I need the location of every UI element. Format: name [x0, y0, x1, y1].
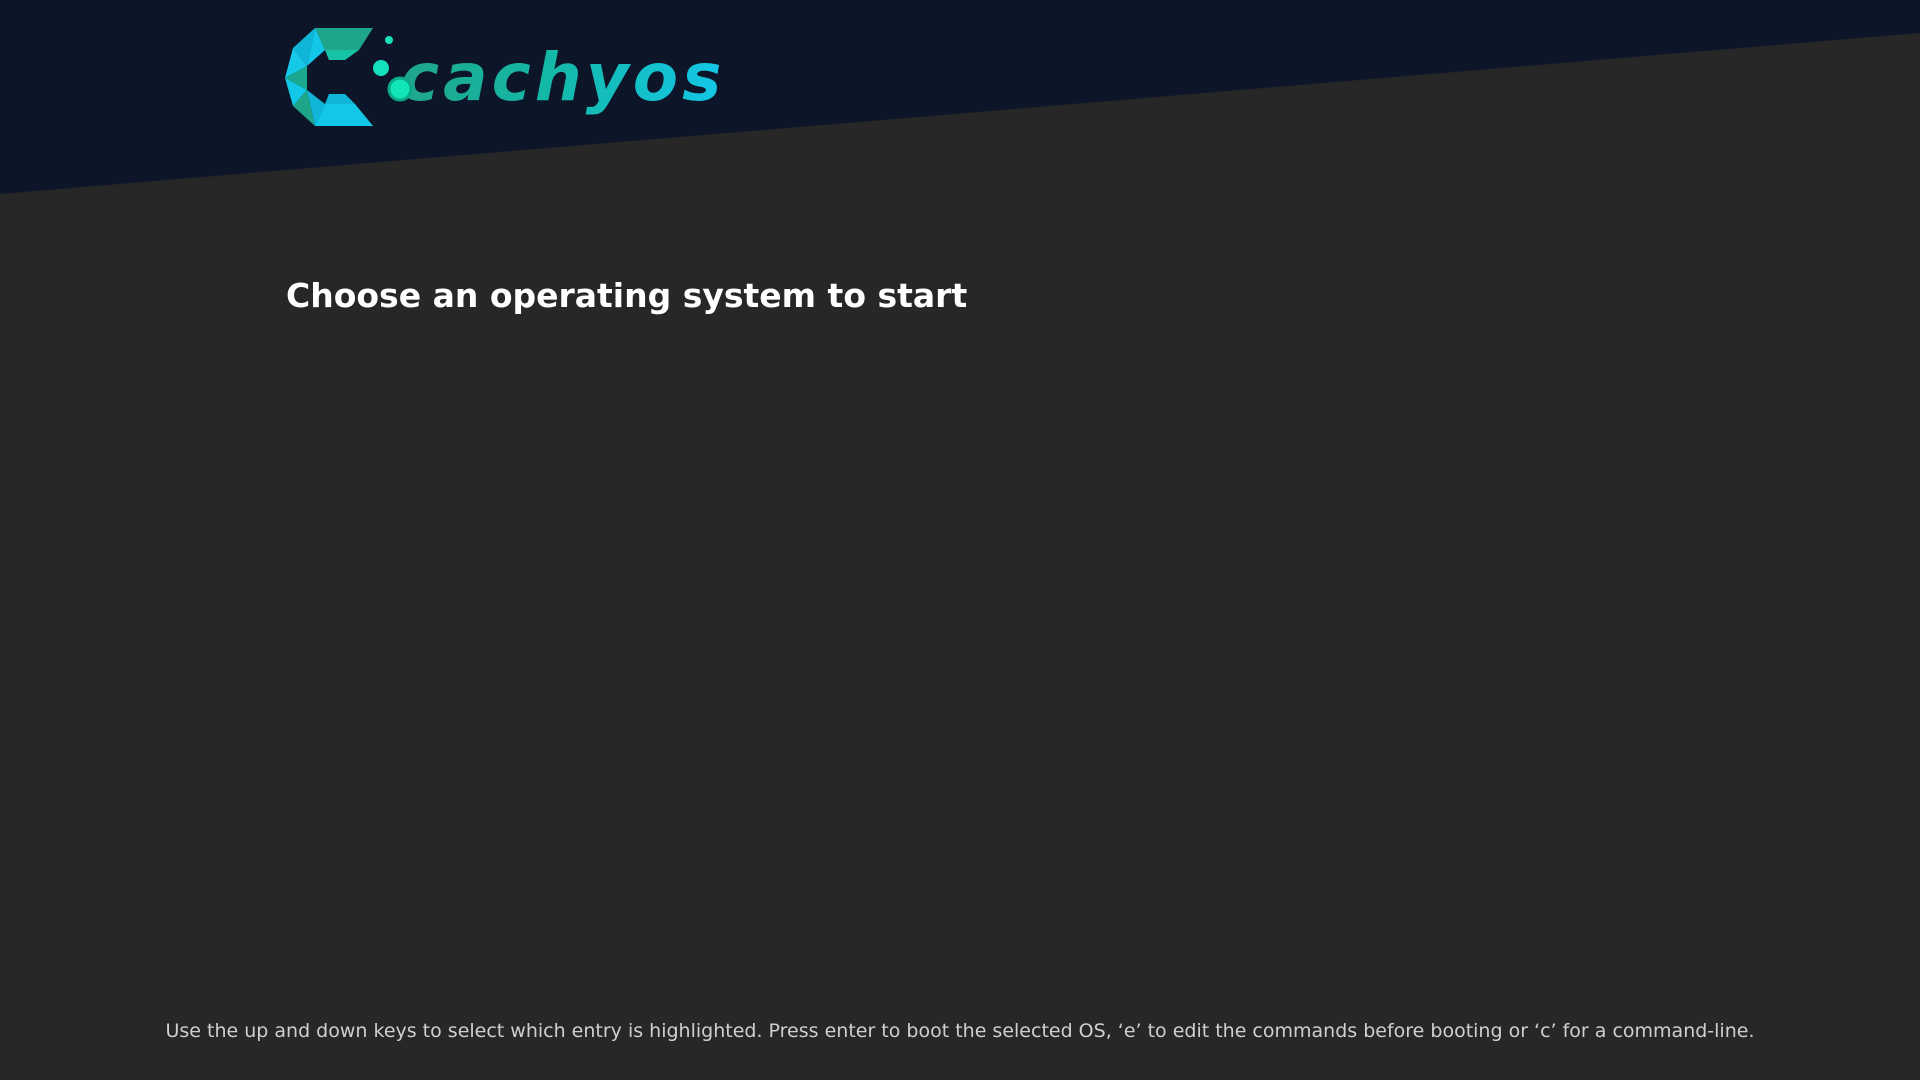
wordmark-dot	[387, 76, 413, 102]
cachyos-logo: cachyos	[285, 26, 750, 130]
grub-boot-screen: cachyos Choose an operating system to st…	[0, 0, 1920, 1080]
cachyos-wordmark: cachyos	[400, 26, 725, 130]
page-title: Choose an operating system to start	[286, 276, 968, 315]
os-entry-list[interactable]	[286, 360, 1634, 960]
keyboard-help-text: Use the up and down keys to select which…	[165, 1020, 1755, 1042]
